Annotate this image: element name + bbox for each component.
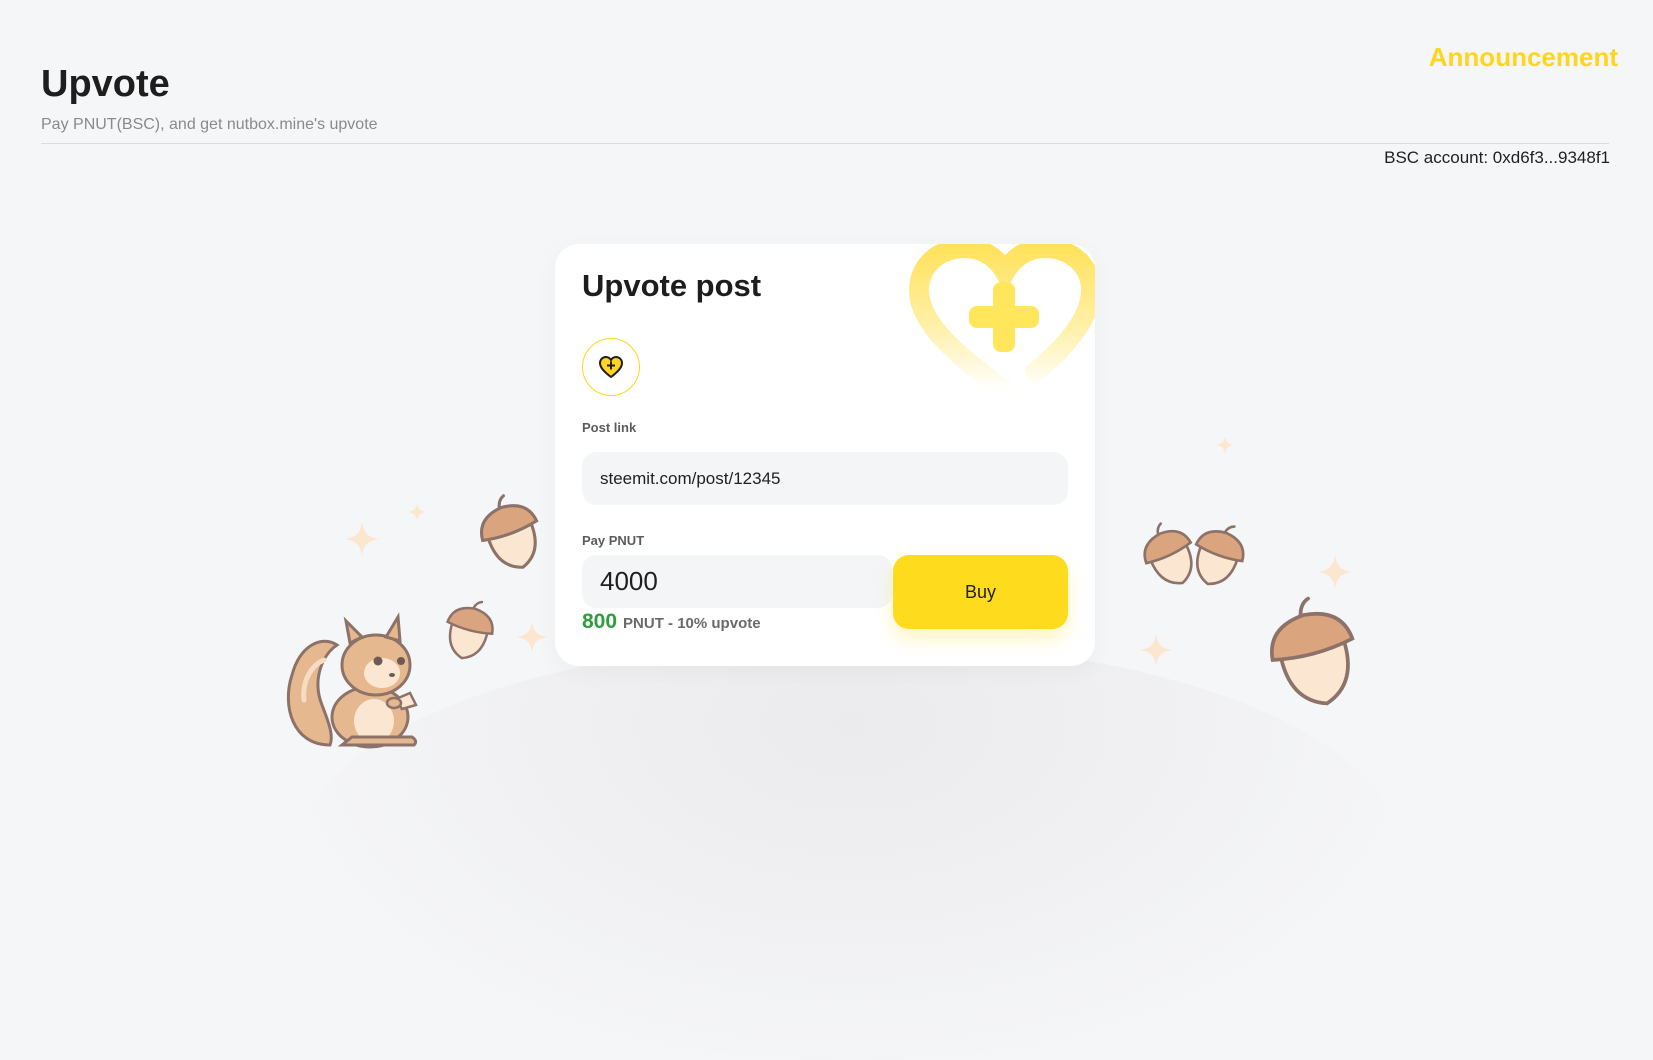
sparkle-icon	[344, 521, 380, 557]
post-link-label: Post link	[582, 420, 637, 435]
upvote-icon-badge	[582, 338, 640, 396]
pay-amount-input[interactable]	[582, 555, 892, 608]
page-subtitle: Pay PNUT(BSC), and get nutbox.mine's upv…	[41, 116, 378, 133]
acorn-icon	[446, 600, 494, 660]
acorn-icon	[1194, 525, 1245, 586]
acorn-icon	[480, 494, 539, 569]
sparkle-icon	[1139, 633, 1173, 667]
post-link-input[interactable]	[582, 452, 1068, 505]
pay-pnut-label: Pay PNUT	[582, 533, 645, 548]
announcement-link[interactable]: Announcement	[1429, 42, 1618, 73]
buy-button[interactable]: Buy	[893, 555, 1068, 629]
upvote-text: PNUT - 10% upvote	[623, 615, 761, 632]
upvote-amount: 800	[582, 610, 618, 633]
sparkle-icon	[408, 503, 426, 521]
header-divider	[41, 143, 1609, 144]
sparkle-icon	[1216, 436, 1234, 454]
card-title: Upvote post	[582, 268, 762, 303]
heart-plus-icon	[908, 244, 1095, 400]
upvote-card: Upvote post Post link Pay PNUT Buy 800 PN…	[555, 244, 1095, 666]
sparkle-icon	[516, 621, 548, 653]
ground-shadow	[300, 640, 1400, 1060]
acorn-icon	[1270, 596, 1355, 706]
sparkle-icon	[1317, 554, 1353, 590]
upvote-estimate: 800 PNUT - 10% upvote	[582, 610, 761, 634]
heart-plus-icon	[598, 355, 624, 379]
squirrel-illustration	[286, 612, 418, 749]
bsc-account: BSC account: 0xd6f3...9348f1	[1384, 148, 1610, 167]
page-title: Upvote	[41, 63, 170, 105]
